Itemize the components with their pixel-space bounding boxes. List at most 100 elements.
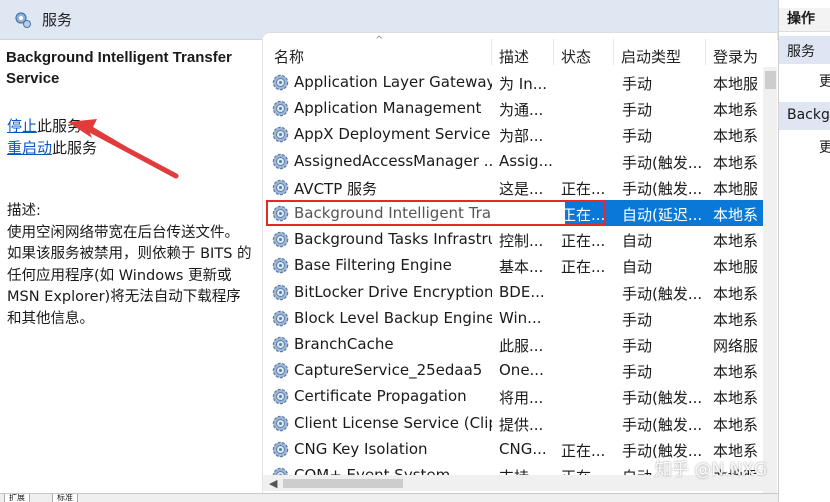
- description-line: 如果该服务被禁用，则依赖于 BITS 的: [7, 246, 252, 262]
- vertical-scrollbar[interactable]: [763, 67, 777, 494]
- service-name: AssignedAccessManager ...: [294, 152, 492, 170]
- vertical-scroll-thumb[interactable]: [765, 71, 776, 89]
- service-row[interactable]: Block Level Backup Engine ... Win... 手动 本地系: [263, 305, 763, 331]
- service-startup-type: 手动: [622, 363, 653, 381]
- service-startup-type: 手动(触发...: [622, 154, 703, 172]
- actions-header: 操作: [779, 8, 830, 32]
- services-icon: [15, 11, 31, 28]
- service-startup-type: 手动(触发...: [622, 389, 703, 407]
- service-status: 正在...: [561, 232, 606, 250]
- service-name: Certificate Propagation: [294, 387, 467, 405]
- service-row[interactable]: Client License Service (Clip... 提供... 手动(触…: [263, 410, 763, 436]
- column-divider[interactable]: [613, 39, 614, 65]
- service-row[interactable]: Base Filtering Engine 基本... 正在... 自动 本地服: [263, 252, 763, 278]
- service-gear-icon: [272, 257, 289, 274]
- service-name: BranchCache: [294, 335, 394, 353]
- more-actions-link[interactable]: 更: [819, 71, 830, 91]
- service-gear-icon: [272, 231, 289, 248]
- service-gear-icon: [272, 126, 289, 143]
- restart-service-link[interactable]: 重启动: [7, 139, 52, 157]
- description-label: 描述:: [7, 203, 41, 219]
- tab-standard[interactable]: 标准: [52, 494, 78, 502]
- service-gear-icon: [272, 415, 289, 432]
- stop-service-line: 停止此服务: [7, 115, 82, 136]
- service-logon-as: 本地系: [713, 154, 759, 172]
- service-row[interactable]: Background Tasks Infrastru... 控制... 正在... 自…: [263, 226, 763, 252]
- service-gear-icon: [272, 100, 289, 117]
- watermark: 知乎 @N.NXG: [655, 460, 768, 480]
- description-line: 使用空闲网络带宽在后台传送文件。: [7, 224, 239, 241]
- service-logon-as: 本地服: [713, 75, 759, 93]
- service-row[interactable]: CaptureService_25edaa5 One... 手动 本地系: [263, 357, 763, 383]
- horizontal-scroll-thumb[interactable]: [283, 479, 403, 488]
- column-divider[interactable]: [491, 39, 492, 65]
- service-startup-type: 自动: [622, 232, 653, 250]
- service-description-cell: 为通...: [499, 101, 544, 119]
- service-logon-as: 本地系: [713, 127, 759, 145]
- service-startup-type: 手动(触发...: [622, 285, 703, 303]
- actions-pane: 操作 服务 更 Backgr 更: [778, 0, 830, 502]
- service-startup-type: 手动: [622, 75, 653, 93]
- service-row[interactable]: Application Management 为通... 手动 本地系: [263, 95, 763, 121]
- service-row[interactable]: AVCTP 服务 这是... 正在... 手动(触发... 本地服: [263, 174, 763, 200]
- service-description-cell: 将用...: [499, 389, 544, 407]
- service-logon-as: 本地系: [713, 416, 759, 434]
- service-description-cell: Win...: [499, 309, 542, 327]
- tab-extended[interactable]: 扩展: [4, 494, 30, 502]
- service-logon-as: 本地服: [713, 258, 759, 276]
- service-name: Client License Service (Clip...: [294, 414, 492, 432]
- service-name: BitLocker Drive Encryption ...: [294, 283, 492, 301]
- service-description-cell: 此服...: [499, 337, 544, 355]
- window-title: 服务: [42, 11, 73, 29]
- services-list: ^ 名称 描述 状态 启动类型 登录为 Application Layer Ga…: [262, 32, 777, 494]
- column-divider[interactable]: [553, 39, 554, 65]
- service-name: Application Management: [294, 99, 482, 117]
- stop-service-link[interactable]: 停止: [7, 117, 37, 135]
- service-row[interactable]: Certificate Propagation 将用... 手动(触发... 本地系: [263, 383, 763, 409]
- scroll-left-icon[interactable]: ◀: [269, 477, 277, 490]
- service-description-cell: 控制...: [499, 232, 544, 250]
- column-header-status[interactable]: 状态: [561, 46, 591, 67]
- service-name: Application Layer Gateway ...: [294, 73, 492, 91]
- service-logon-as: 本地系: [713, 389, 759, 407]
- service-row[interactable]: BitLocker Drive Encryption ... BDE... 手动(触…: [263, 279, 763, 305]
- restart-service-line: 重启动此服务: [7, 137, 97, 158]
- actions-group-services[interactable]: 服务: [779, 36, 830, 64]
- service-row[interactable]: AppX Deployment Service ... 为部... 手动 本地系: [263, 121, 763, 147]
- service-row[interactable]: Background Intelligent Transfer Service 正…: [263, 200, 763, 226]
- column-header-description[interactable]: 描述: [499, 46, 529, 67]
- column-header-startup-type[interactable]: 启动类型: [621, 46, 681, 67]
- service-description-cell: 为 In...: [499, 75, 548, 93]
- service-logon-as: 本地服: [713, 180, 759, 198]
- service-name: Base Filtering Engine: [294, 256, 452, 274]
- service-startup-type: 手动: [622, 101, 653, 119]
- service-logon-as: 本地系: [713, 232, 759, 250]
- service-logon-as: 本地系: [713, 363, 759, 381]
- description-pane: Background Intelligent Transfer Service …: [0, 41, 262, 491]
- column-header-name[interactable]: 名称: [274, 46, 304, 67]
- service-gear-icon: [272, 205, 289, 222]
- column-divider[interactable]: [705, 39, 706, 65]
- service-row[interactable]: BranchCache 此服... 手动 网络服: [263, 331, 763, 357]
- more-actions-link[interactable]: 更: [819, 137, 830, 157]
- service-gear-icon: [272, 441, 289, 458]
- service-description-cell: 为部...: [499, 127, 544, 145]
- service-description-cell: One...: [499, 361, 544, 379]
- service-name: Background Tasks Infrastru...: [294, 230, 492, 248]
- service-row[interactable]: AssignedAccessManager ... Assig... 手动(触发..…: [263, 148, 763, 174]
- service-name: Block Level Backup Engine ...: [294, 309, 492, 327]
- service-startup-type: 手动(触发...: [622, 180, 703, 198]
- actions-group-selected-service[interactable]: Backgr: [779, 102, 830, 130]
- service-startup-type: 自动: [622, 258, 653, 276]
- service-startup-type: 自动(延迟...: [622, 206, 703, 224]
- service-description: 描述: 使用空闲网络带宽在后台传送文件。 如果该服务被禁用，则依赖于 BITS …: [7, 201, 261, 330]
- description-line: 任何应用程序(如 Windows 更新或: [7, 267, 232, 284]
- service-logon-as: 本地系: [713, 101, 759, 119]
- service-status: 正在...: [561, 206, 606, 224]
- service-description-cell: CNG...: [499, 440, 547, 458]
- column-header-logon[interactable]: 登录为: [713, 46, 763, 67]
- service-gear-icon: [272, 362, 289, 379]
- service-row[interactable]: Application Layer Gateway ... 为 In... 手动 本地…: [263, 69, 763, 95]
- service-gear-icon: [272, 310, 289, 327]
- service-gear-icon: [272, 179, 289, 196]
